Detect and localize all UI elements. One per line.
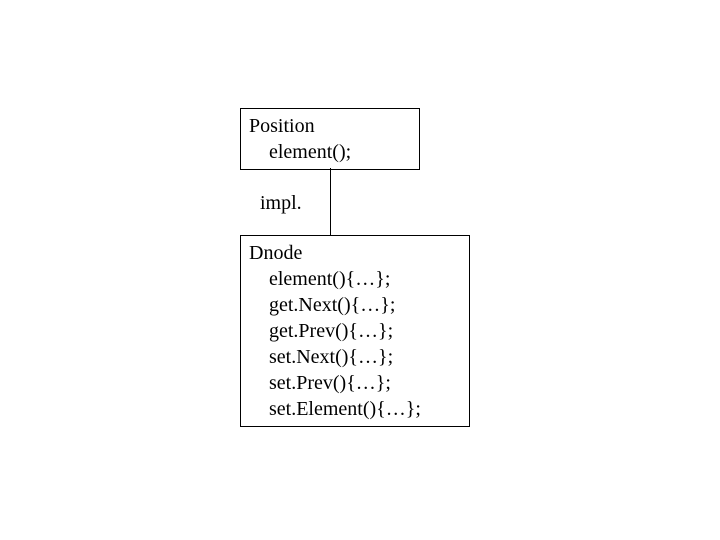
dnode-box: Dnode element(){…}; get.Next(){…}; get.P… (240, 235, 470, 427)
dnode-method: get.Next(){…}; (249, 292, 461, 318)
position-title: Position (249, 113, 411, 139)
position-method: element(); (249, 139, 411, 165)
dnode-method: set.Element(){…}; (249, 396, 461, 422)
dnode-method: set.Prev(){…}; (249, 370, 461, 396)
impl-label: impl. (260, 192, 302, 215)
dnode-method: element(){…}; (249, 266, 461, 292)
position-box: Position element(); (240, 108, 420, 170)
dnode-title: Dnode (249, 240, 461, 266)
connector-line (330, 168, 331, 235)
dnode-method: get.Prev(){…}; (249, 318, 461, 344)
dnode-method: set.Next(){…}; (249, 344, 461, 370)
